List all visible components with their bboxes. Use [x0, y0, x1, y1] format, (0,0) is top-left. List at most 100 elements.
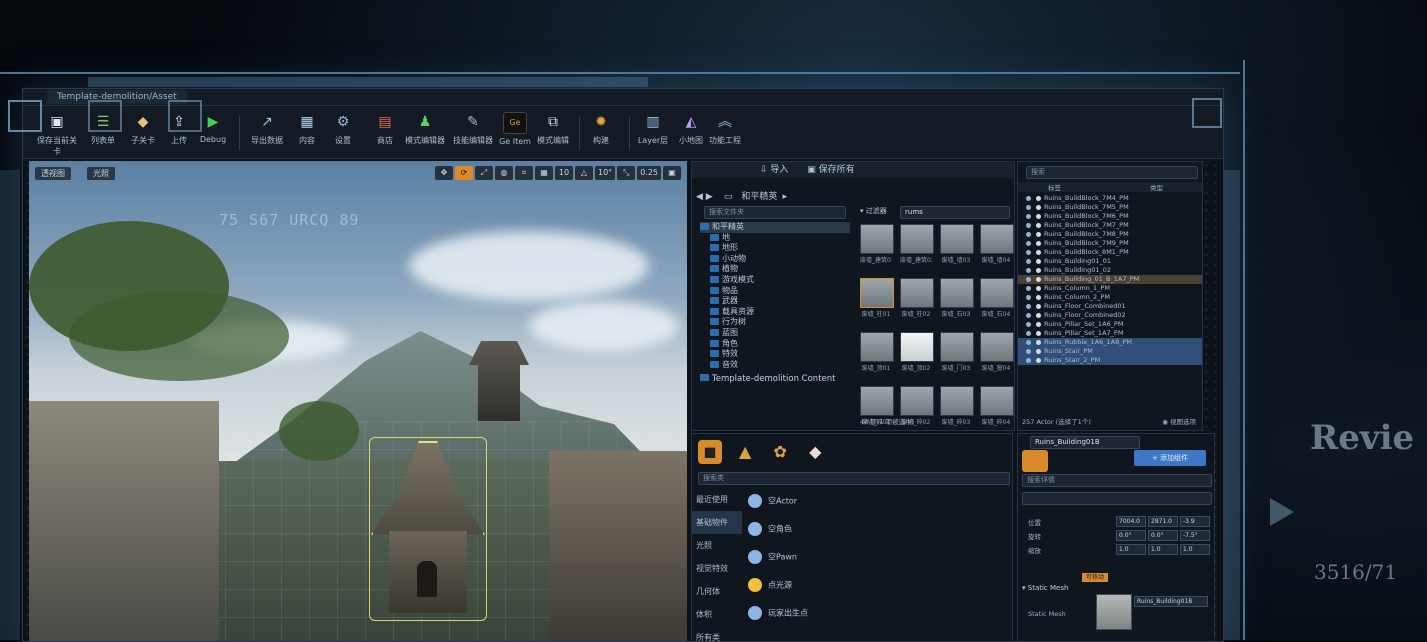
visibility-eye-icon[interactable] — [1026, 358, 1031, 363]
asset-tile[interactable]: 废墟_墙04 — [980, 224, 1014, 264]
tree-item[interactable]: 武器 — [700, 296, 850, 307]
mode-category[interactable]: 最近使用 — [692, 488, 742, 511]
visibility-eye-icon[interactable] — [1026, 259, 1031, 264]
outliner-row[interactable]: Ruins_Pillar_Set_1A6_PM — [1018, 320, 1202, 329]
outliner-row[interactable]: Ruins_BuildBlock_7M4_PM — [1018, 194, 1202, 203]
visibility-eye-icon[interactable] — [1026, 277, 1031, 282]
details-filter-input[interactable] — [1022, 492, 1212, 505]
place-actor-item[interactable]: 空Pawn — [748, 550, 797, 564]
details-search-input[interactable]: 搜索详情 — [1022, 474, 1212, 487]
place-actor-item[interactable]: 点光源 — [748, 578, 792, 592]
class-search-input[interactable]: 搜索类 — [698, 472, 1010, 485]
tree-item[interactable]: 游戏模式 — [700, 275, 850, 286]
tree-item[interactable]: 地形 — [700, 243, 850, 254]
visibility-eye-icon[interactable] — [1026, 295, 1031, 300]
tree-root[interactable]: Template-demolition Content — [700, 374, 835, 384]
outliner-row[interactable]: Ruins_BuildBlock_7M9_PM — [1018, 239, 1202, 248]
transform-value-field[interactable]: 0.0° — [1148, 530, 1178, 541]
visibility-eye-icon[interactable] — [1026, 250, 1031, 255]
outliner-row[interactable]: Ruins_Floor_Combined02 — [1018, 311, 1202, 320]
import-button[interactable]: ⇩ 导入 — [760, 165, 788, 175]
static-mesh-field[interactable]: Ruins_Building01B — [1134, 596, 1208, 607]
asset-tile[interactable]: 废墟_石03 — [940, 278, 974, 318]
transform-value-field[interactable]: 7004.0 — [1116, 516, 1146, 527]
mode-category[interactable]: 视觉特效 — [692, 557, 742, 580]
landscape-mode-icon[interactable]: ▲ — [733, 440, 757, 464]
transform-value-field[interactable]: 1.0 — [1148, 544, 1178, 555]
rotate-tool-icon[interactable]: ⟳ — [455, 166, 473, 180]
visibility-eye-icon[interactable] — [1026, 349, 1031, 354]
actor-name-field[interactable]: Ruins_Building01B — [1030, 436, 1140, 449]
outliner-row[interactable]: Ruins_BuildBlock_7M6_PM — [1018, 212, 1202, 221]
scale-snap-value[interactable]: 0.25 — [637, 166, 661, 180]
transform-value-field[interactable]: 1.0 — [1180, 544, 1210, 555]
outliner-row[interactable]: Ruins_Column_1_PM — [1018, 284, 1202, 293]
column-label[interactable]: 标签 — [1048, 182, 1061, 192]
column-type[interactable]: 类型 — [1150, 182, 1163, 192]
back-arrow-icon[interactable]: ◀ ▶ — [696, 192, 713, 202]
build-button[interactable]: ✹ 构建 — [579, 112, 623, 154]
visibility-eye-icon[interactable] — [1026, 223, 1031, 228]
outliner-row[interactable]: Ruins_Rubble_1A6_1A8_PM — [1018, 338, 1202, 347]
level-viewport[interactable]: 75 S67 URCQ 89 透视图 光照 ✥ ⟳ ⤢ ◍ ⌗ ▦ 10 △ 1… — [29, 161, 687, 641]
asset-tile[interactable]: 废墟_顶02 — [900, 332, 934, 372]
mobility-value[interactable]: 可移动 — [1082, 573, 1109, 582]
outliner-row[interactable]: Ruins_Building01_02 — [1018, 266, 1202, 275]
visibility-eye-icon[interactable] — [1026, 304, 1031, 309]
asset-tile[interactable]: 废墟_墙03 — [940, 224, 974, 264]
foliage-mode-icon[interactable]: ✿ — [768, 440, 792, 464]
outliner-row[interactable]: Ruins_BuildBlock_8M1_PM — [1018, 248, 1202, 257]
outliner-row[interactable]: Ruins_Building_01_B_1A7_PM — [1018, 275, 1202, 284]
visibility-eye-icon[interactable] — [1026, 214, 1031, 219]
perspective-button[interactable]: 透视图 — [35, 167, 71, 180]
outliner-row[interactable]: Ruins_Stair_2_PM — [1018, 356, 1202, 365]
tree-item[interactable]: 角色 — [700, 339, 850, 350]
tree-item[interactable]: 载具资源 — [700, 307, 850, 318]
save-all-button[interactable]: ▣ 保存所有 — [807, 165, 854, 175]
mode-category[interactable]: 体积 — [692, 603, 742, 626]
visibility-eye-icon[interactable] — [1026, 340, 1031, 345]
settings-button[interactable]: ⚙ 设置 — [321, 112, 365, 154]
transform-value-field[interactable]: 1.0 — [1116, 544, 1146, 555]
visibility-eye-icon[interactable] — [1026, 205, 1031, 210]
tree-item[interactable]: 音效 — [700, 360, 850, 371]
outliner-row[interactable]: Ruins_BuildBlock_7M8_PM — [1018, 230, 1202, 239]
tree-item[interactable]: 植物 — [700, 264, 850, 275]
angle-snap-icon[interactable]: △ — [575, 166, 593, 180]
translate-tool-icon[interactable]: ✥ — [435, 166, 453, 180]
outliner-row[interactable]: Ruins_Column_2_PM — [1018, 293, 1202, 302]
asset-tile[interactable]: 废墟_柱01 — [860, 278, 894, 318]
tree-item[interactable]: 行为树 — [700, 317, 850, 328]
place-mode-icon[interactable]: ◼ — [698, 440, 722, 464]
tree-item[interactable]: 蓝图 — [700, 328, 850, 339]
grid-snap-value[interactable]: 10 — [555, 166, 573, 180]
visibility-eye-icon[interactable] — [1026, 286, 1031, 291]
visibility-eye-icon[interactable] — [1026, 331, 1031, 336]
outliner-row[interactable]: Ruins_BuildBlock_7M5_PM — [1018, 203, 1202, 212]
surface-snap-icon[interactable]: ⌗ — [515, 166, 533, 180]
mode-editor-button[interactable]: ♟ 模式编辑器 — [403, 112, 447, 154]
add-component-button[interactable]: + 添加组件 — [1134, 450, 1206, 466]
asset-tile[interactable]: 废墟_建筑01 — [860, 224, 894, 264]
static-mesh-section-header[interactable]: ▾ Static Mesh — [1022, 584, 1068, 592]
place-actor-item[interactable]: 空角色 — [748, 522, 792, 536]
asset-search-input[interactable]: rums — [900, 206, 1010, 219]
camera-speed-icon[interactable]: ▣ — [663, 166, 681, 180]
feature-button[interactable]: ︽ 功能工程 — [703, 112, 747, 154]
asset-tile[interactable]: 废墟_窗04 — [980, 332, 1014, 372]
visibility-eye-icon[interactable] — [1026, 268, 1031, 273]
outliner-row[interactable]: Ruins_Pillar_Set_1A7_PM — [1018, 329, 1202, 338]
tree-item[interactable]: 地 — [700, 233, 850, 244]
transform-value-field[interactable]: -7.5° — [1180, 530, 1210, 541]
asset-tile[interactable]: 废墟_柱02 — [900, 278, 934, 318]
mode-category[interactable]: 基础物件 — [692, 511, 742, 534]
static-mesh-thumbnail[interactable] — [1096, 594, 1132, 630]
filter-button[interactable]: ▾ 过滤器 — [860, 206, 887, 216]
tree-item[interactable]: 特效 — [700, 349, 850, 360]
world-space-icon[interactable]: ◍ — [495, 166, 513, 180]
visibility-eye-icon[interactable] — [1026, 241, 1031, 246]
transform-value-field[interactable]: 0.0° — [1116, 530, 1146, 541]
asset-tile[interactable]: 废墟_碎03 — [940, 386, 974, 426]
visibility-eye-icon[interactable] — [1026, 322, 1031, 327]
store-button[interactable]: ▤ 商店 — [363, 112, 407, 154]
